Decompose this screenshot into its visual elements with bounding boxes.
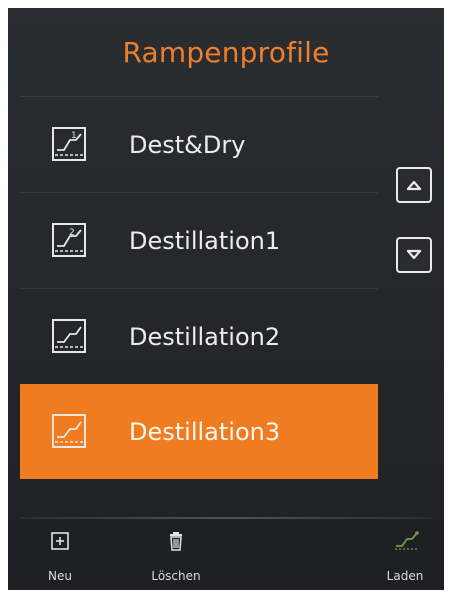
profile-list: 1 Dest&Dry 2 Destillation1 Destillation2…: [20, 96, 378, 479]
scroll-up-button[interactable]: [396, 167, 432, 203]
dialog-title: Rampenprofile: [122, 35, 330, 69]
list-item[interactable]: 1 Dest&Dry: [20, 96, 378, 192]
load-button[interactable]: Laden: [380, 519, 430, 590]
list-item-label: Dest&Dry: [129, 130, 246, 159]
ramp-load-icon: [394, 530, 419, 552]
trash-icon: [165, 530, 187, 552]
load-button-label: Laden: [386, 569, 424, 583]
ramp-profiles-dialog: Rampenprofile 1 Dest&Dry 2 Destillation1…: [8, 8, 444, 590]
svg-text:2: 2: [69, 228, 75, 238]
list-item-label: Destillation3: [129, 417, 281, 446]
list-item[interactable]: 2 Destillation1: [20, 192, 378, 288]
list-item-label: Destillation1: [129, 226, 281, 255]
scroll-down-button[interactable]: [396, 237, 432, 273]
ramp-profile-1-icon: 1: [52, 126, 86, 161]
new-button[interactable]: Neu: [42, 519, 78, 590]
ramp-profile-icon: [52, 318, 86, 353]
triangle-up-icon: [406, 176, 422, 195]
list-item-label: Destillation2: [129, 322, 281, 351]
list-item[interactable]: Destillation2: [20, 288, 378, 384]
triangle-down-icon: [406, 246, 422, 265]
delete-button-label: Löschen: [151, 569, 201, 583]
new-button-label: Neu: [48, 569, 72, 583]
svg-text:1: 1: [71, 131, 77, 141]
ramp-profile-icon: [52, 413, 86, 448]
ramp-profile-2-icon: 2: [52, 222, 86, 257]
plus-box-icon: [49, 530, 71, 552]
delete-button[interactable]: Löschen: [145, 519, 207, 590]
list-item-selected[interactable]: Destillation3: [20, 384, 378, 479]
bottom-toolbar: Neu Löschen Laden: [8, 519, 444, 590]
